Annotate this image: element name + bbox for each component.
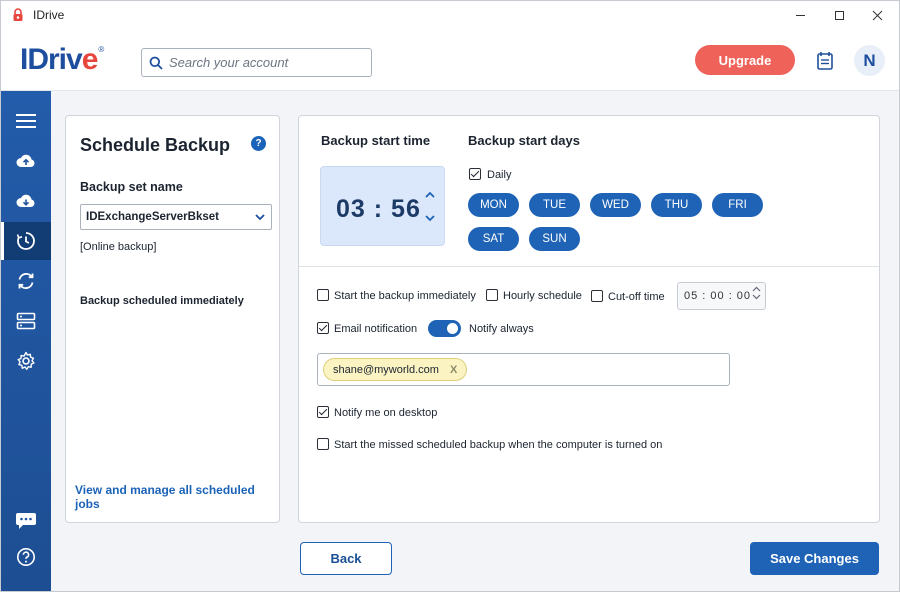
start-days-heading: Backup start days [468, 133, 580, 148]
minimize-button[interactable] [782, 1, 818, 29]
cutoff-time-value: 05 : 00 : 00 [684, 290, 752, 302]
notify-always-label: Notify always [469, 323, 534, 335]
time-display[interactable]: 03 : 56 [336, 195, 421, 224]
idrive-logo[interactable]: IDrive ® [20, 41, 104, 79]
day-button-mon[interactable]: MON [468, 193, 519, 217]
missed-backup-label: Start the missed scheduled backup when t… [334, 439, 663, 451]
time-picker[interactable]: 03 : 56 [320, 166, 445, 246]
schedule-backup-panel: Schedule Backup ? Backup set name IDExch… [65, 115, 280, 523]
settings-gear-icon[interactable] [1, 342, 51, 380]
backup-set-label: Backup set name [80, 180, 183, 194]
chevron-down-icon [254, 211, 266, 226]
backup-type-text: [Online backup] [80, 241, 157, 253]
email-notification-checkbox[interactable] [317, 322, 329, 334]
search-box[interactable]: Search your account [141, 48, 372, 77]
cutoff-time-label: Cut-off time [608, 291, 665, 303]
back-button[interactable]: Back [300, 542, 392, 575]
notify-desktop-checkbox[interactable] [317, 406, 329, 418]
time-hours[interactable]: 03 [336, 195, 366, 223]
schedule-status-text: Backup scheduled immediately [80, 295, 244, 307]
cutoff-time-input[interactable]: 05 : 00 : 00 [677, 282, 766, 310]
email-notification-label: Email notification [334, 323, 418, 335]
manage-scheduled-jobs-link[interactable]: View and manage all scheduled jobs [75, 483, 279, 511]
avatar[interactable]: N [854, 45, 885, 76]
start-immediately-label: Start the backup immediately [334, 290, 476, 302]
search-icon [149, 56, 163, 70]
email-recipients-input[interactable]: shane@myworld.com X [317, 353, 730, 386]
daily-label: Daily [487, 169, 512, 181]
help-tooltip-icon[interactable]: ? [251, 136, 266, 151]
page-title: Schedule Backup [80, 135, 231, 155]
calendar-icon[interactable] [813, 49, 837, 73]
email-chip-address: shane@myworld.com [333, 363, 439, 376]
day-button-thu[interactable]: THU [651, 193, 702, 217]
app-header: IDrive ® Search your account Upgrade N [1, 29, 899, 91]
sidebar [1, 91, 51, 591]
backup-set-select[interactable]: IDExchangeServerBkset [80, 204, 272, 230]
save-changes-button[interactable]: Save Changes [750, 542, 879, 575]
time-decrement-icon[interactable] [424, 212, 436, 224]
day-button-sun[interactable]: SUN [529, 227, 580, 251]
cloud-download-icon[interactable] [1, 182, 51, 220]
title-bar: IDrive [1, 1, 899, 29]
time-separator: : [373, 195, 384, 223]
menu-icon[interactable] [1, 102, 51, 140]
idrive-app-icon [11, 8, 25, 22]
sync-icon[interactable] [1, 262, 51, 300]
day-button-tue[interactable]: TUE [529, 193, 580, 217]
cutoff-up-icon [752, 286, 761, 292]
app-window: IDrive IDrive ® Search your account Upgra… [0, 0, 900, 592]
hourly-schedule-label: Hourly schedule [503, 290, 582, 302]
schedule-clock-icon[interactable] [1, 222, 51, 260]
notify-always-toggle[interactable] [428, 320, 461, 337]
time-increment-icon[interactable] [424, 189, 436, 201]
cloud-upload-icon[interactable] [1, 142, 51, 180]
section-divider [299, 266, 879, 267]
day-button-wed[interactable]: WED [590, 193, 641, 217]
chat-icon[interactable] [1, 502, 51, 540]
start-time-heading: Backup start time [321, 133, 431, 148]
maximize-button[interactable] [821, 1, 857, 29]
notify-desktop-label: Notify me on desktop [334, 407, 438, 419]
time-minutes[interactable]: 56 [391, 195, 421, 223]
day-button-sat[interactable]: SAT [468, 227, 519, 251]
start-immediately-checkbox[interactable] [317, 289, 329, 301]
email-chip: shane@myworld.com X [323, 358, 468, 381]
schedule-settings-panel: Backup start time Backup start days 03 :… [298, 115, 880, 523]
day-button-fri[interactable]: FRI [712, 193, 763, 217]
upgrade-button[interactable]: Upgrade [695, 45, 795, 75]
daily-checkbox[interactable] [469, 168, 481, 180]
window-title: IDrive [33, 8, 65, 22]
hourly-schedule-checkbox[interactable] [486, 289, 498, 301]
cutoff-down-icon [752, 294, 761, 300]
server-icon[interactable] [1, 302, 51, 340]
cutoff-time-checkbox[interactable] [591, 290, 603, 302]
backup-set-value: IDExchangeServerBkset [86, 211, 219, 223]
search-input[interactable]: Search your account [169, 55, 288, 70]
close-button[interactable] [859, 1, 895, 29]
cutoff-stepper[interactable] [752, 286, 761, 300]
help-icon[interactable] [1, 538, 51, 576]
missed-backup-checkbox[interactable] [317, 438, 329, 450]
remove-email-icon[interactable]: X [450, 364, 457, 376]
